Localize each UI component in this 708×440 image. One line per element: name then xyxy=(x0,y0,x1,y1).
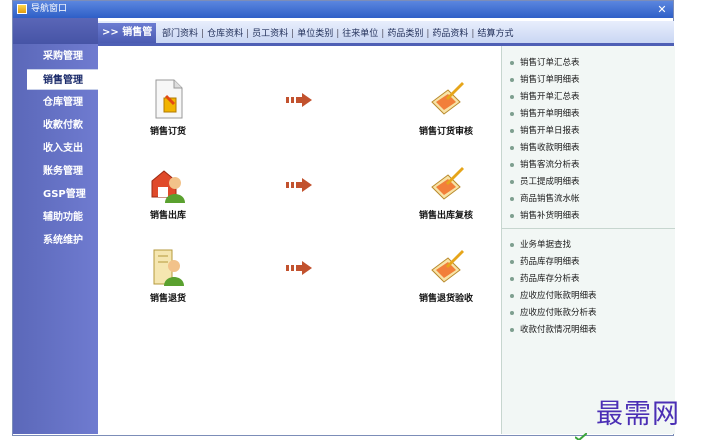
review-pencil-icon[interactable] xyxy=(428,78,464,120)
sales-flow-area: 销售订货 销售订货审核 销售出库 销售出库复核 销售退货 销售退货验收 xyxy=(98,46,501,434)
sidebar: 采购管理 销售管理 仓库管理 收款付款 收入支出 账务管理 GSP管理 辅助功能… xyxy=(13,18,98,434)
review-pencil-icon[interactable] xyxy=(428,246,464,288)
tab-bar: >> 销售管理 部门资料|仓库资料|员工资料|单位类别|往来单位|药品类别|药品… xyxy=(98,21,674,58)
report-link[interactable]: 销售补货明细表 xyxy=(510,209,580,223)
report-link[interactable]: 销售开单明细表 xyxy=(510,107,580,121)
right-arrow-icon xyxy=(286,93,312,107)
sidebar-item-payments[interactable]: 收款付款 xyxy=(27,115,98,136)
flow-sales-order-label[interactable]: 销售订货 xyxy=(128,124,208,137)
sidebar-item-accounts[interactable]: 账务管理 xyxy=(27,161,98,182)
report-link[interactable]: 销售收款明细表 xyxy=(510,141,580,155)
bullet-icon xyxy=(510,162,514,167)
sidebar-item-purchase[interactable]: 采购管理 xyxy=(27,46,98,67)
bullet-icon xyxy=(510,242,514,247)
report-link[interactable]: 应收应付账款分析表 xyxy=(510,306,597,320)
link-unit-categories[interactable]: 单位类别 xyxy=(297,29,333,39)
report-link[interactable]: 销售开单日报表 xyxy=(510,124,580,138)
sidebar-item-income-expense[interactable]: 收入支出 xyxy=(27,138,98,159)
bullet-icon xyxy=(510,60,514,65)
window-title: 导航窗口 xyxy=(31,4,68,14)
report-link[interactable]: 员工提成明细表 xyxy=(510,175,580,189)
report-link[interactable]: 销售订单汇总表 xyxy=(510,56,580,70)
flow-sales-order-review-label[interactable]: 销售订货审核 xyxy=(406,124,486,137)
bullet-icon xyxy=(510,145,514,150)
link-settlement-methods[interactable]: 结算方式 xyxy=(477,29,513,39)
right-arrow-icon xyxy=(286,261,312,275)
report-link[interactable]: 收款付款情况明细表 xyxy=(510,323,597,337)
link-warehouses[interactable]: 仓库资料 xyxy=(207,29,243,39)
link-employees[interactable]: 员工资料 xyxy=(252,29,288,39)
watermark: 最需网 xyxy=(596,399,680,430)
link-partners[interactable]: 往来单位 xyxy=(342,29,378,39)
bullet-icon xyxy=(510,213,514,218)
bullet-icon xyxy=(510,276,514,281)
tab-sales-management[interactable]: >> 销售管理 xyxy=(98,23,156,58)
sidebar-item-gsp[interactable]: GSP管理 xyxy=(27,184,98,205)
link-drugs[interactable]: 药品资料 xyxy=(432,29,468,39)
status-icon xyxy=(575,433,587,440)
flow-sales-outbound-label[interactable]: 销售出库 xyxy=(128,208,208,221)
quick-links: 部门资料 | 仓库资料 | 员工资料 | 单位类别 | 往来单位 | 药品类别 | 药品资料 | 结算方式 xyxy=(162,29,514,39)
report-link[interactable]: 商品销售流水帐 xyxy=(510,192,580,206)
close-icon[interactable]: ✕ xyxy=(655,3,669,16)
report-link[interactable]: 应收应付账款明细表 xyxy=(510,289,597,303)
link-departments[interactable]: 部门资料 xyxy=(162,29,198,39)
bullet-icon xyxy=(510,179,514,184)
bullet-icon xyxy=(510,310,514,315)
return-person-icon[interactable] xyxy=(150,246,186,288)
bullet-icon xyxy=(510,259,514,264)
report-link[interactable]: 销售开单汇总表 xyxy=(510,90,580,104)
warehouse-person-icon[interactable] xyxy=(150,163,186,205)
navigation-window: 导航窗口 ✕ 采购管理 销售管理 仓库管理 收款付款 收入支出 账务管理 GSP… xyxy=(12,0,675,436)
right-arrow-icon xyxy=(286,178,312,192)
flow-sales-return-label[interactable]: 销售退货 xyxy=(128,291,208,304)
sidebar-item-sales[interactable]: 销售管理 xyxy=(27,69,98,90)
report-link[interactable]: 业务单据查找 xyxy=(510,238,571,252)
flow-sales-outbound-check-label[interactable]: 销售出库复核 xyxy=(406,208,486,221)
panel-divider xyxy=(502,228,675,229)
sidebar-header xyxy=(13,18,98,44)
bullet-icon xyxy=(510,196,514,201)
title-bar: 导航窗口 ✕ xyxy=(13,1,673,18)
bullet-icon xyxy=(510,94,514,99)
sidebar-item-auxiliary[interactable]: 辅助功能 xyxy=(27,207,98,228)
sidebar-item-warehouse[interactable]: 仓库管理 xyxy=(27,92,98,113)
bullet-icon xyxy=(510,111,514,116)
report-link[interactable]: 销售客流分析表 xyxy=(510,158,580,172)
bullet-icon xyxy=(510,293,514,298)
bullet-icon xyxy=(510,77,514,82)
reports-panel: 销售订单汇总表 销售订单明细表 销售开单汇总表 销售开单明细表 销售开单日报表 … xyxy=(501,46,675,434)
report-link[interactable]: 药品库存分析表 xyxy=(510,272,580,286)
review-pencil-icon[interactable] xyxy=(428,163,464,205)
report-link[interactable]: 药品库存明细表 xyxy=(510,255,580,269)
bullet-icon xyxy=(510,128,514,133)
order-icon[interactable] xyxy=(150,78,186,120)
sidebar-item-system[interactable]: 系统维护 xyxy=(27,230,98,251)
report-link[interactable]: 销售订单明细表 xyxy=(510,73,580,87)
flow-sales-return-accept-label[interactable]: 销售退货验收 xyxy=(406,291,486,304)
app-icon xyxy=(17,4,27,14)
bullet-icon xyxy=(510,327,514,332)
link-drug-categories[interactable]: 药品类别 xyxy=(387,29,423,39)
